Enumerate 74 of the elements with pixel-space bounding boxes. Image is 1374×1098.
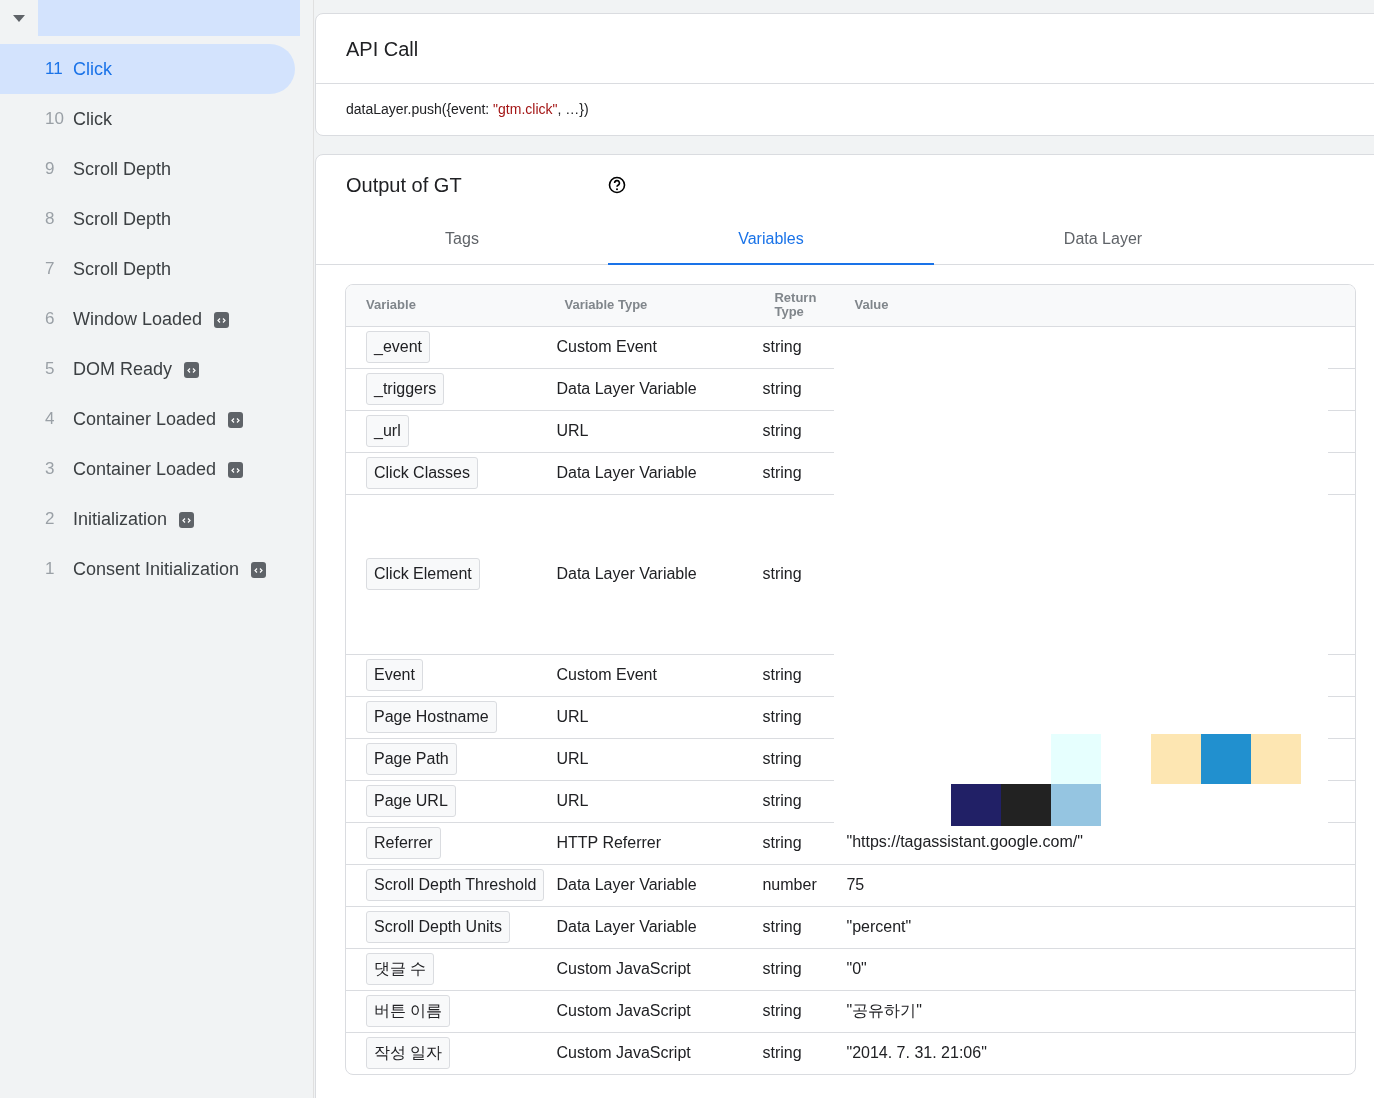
column-header: Variable Type xyxy=(564,297,648,313)
variable-type: Custom Event xyxy=(556,666,657,683)
variable-chip[interactable]: 댓글 수 xyxy=(366,953,435,985)
return-type: string xyxy=(762,666,802,683)
variable-type: URL xyxy=(556,708,589,725)
event-list-item[interactable]: 9 Scroll Depth xyxy=(0,144,295,194)
variable-value: "https://tagassistant.google.com/" xyxy=(846,832,1083,850)
return-type: string xyxy=(762,565,802,582)
code-line: dataLayer.push({event: "gtm.click", …}) xyxy=(346,100,589,119)
return-type: string xyxy=(762,960,802,977)
variable-type: Data Layer Variable xyxy=(556,380,697,397)
variable-type: Custom JavaScript xyxy=(556,1002,691,1019)
return-type: string xyxy=(762,750,802,767)
tab[interactable]: Tags xyxy=(316,215,608,265)
column-header: Return Type xyxy=(774,291,818,320)
variable-type: Custom JavaScript xyxy=(556,960,691,977)
variable-chip[interactable]: _url xyxy=(366,415,409,447)
event-list-item[interactable]: 2 Initialization xyxy=(0,494,295,544)
variable-chip[interactable]: Event xyxy=(366,659,423,691)
tab[interactable]: Data Layer xyxy=(934,215,1272,265)
event-list-item[interactable]: 10 Click xyxy=(0,94,295,144)
return-type: string xyxy=(762,464,802,481)
variable-chip[interactable]: 버튼 이름 xyxy=(366,995,451,1027)
variable-type: HTTP Referrer xyxy=(556,834,662,851)
variable-type: URL xyxy=(556,750,589,767)
variable-chip[interactable]: Page Path xyxy=(366,743,457,775)
return-type: number xyxy=(762,876,817,893)
return-type: string xyxy=(762,1002,802,1019)
return-type: string xyxy=(762,834,802,851)
event-list-item[interactable]: 6 Window Loaded xyxy=(0,294,295,344)
variable-value: "2014. 7. 31. 21:06" xyxy=(846,1044,987,1062)
variable-value: 75 xyxy=(846,876,865,893)
event-list-item[interactable]: 5 DOM Ready xyxy=(0,344,295,394)
help-icon[interactable] xyxy=(608,176,626,194)
variable-chip[interactable]: Click Classes xyxy=(366,457,478,489)
variable-chip[interactable]: _triggers xyxy=(366,373,445,405)
variable-chip[interactable]: Scroll Depth Threshold xyxy=(366,869,545,901)
variable-type: URL xyxy=(556,422,589,439)
tab[interactable]: Variables xyxy=(608,215,934,265)
variable-type: Custom JavaScript xyxy=(556,1044,691,1062)
return-type: string xyxy=(762,792,802,809)
return-type: string xyxy=(762,708,802,725)
variable-value: "percent" xyxy=(846,918,912,935)
variable-chip[interactable]: Referrer xyxy=(366,827,441,859)
variable-value: "공유하기" xyxy=(846,1002,922,1019)
card-title: Output of GT xyxy=(346,173,463,198)
return-type: string xyxy=(762,918,802,935)
variable-type: Custom Event xyxy=(556,338,657,355)
event-list-item[interactable]: 11 Click xyxy=(0,44,295,94)
variable-chip[interactable]: 작성 일자 xyxy=(366,1037,451,1070)
variable-type: Data Layer Variable xyxy=(556,876,697,893)
variable-type: Data Layer Variable xyxy=(556,918,697,935)
dropdown-caret-icon[interactable] xyxy=(13,14,25,22)
column-header: Variable xyxy=(366,297,416,313)
return-type: string xyxy=(762,422,802,439)
variable-chip[interactable]: Click Element xyxy=(366,558,480,590)
event-list-item[interactable]: 4 Container Loaded xyxy=(0,394,295,444)
variable-chip[interactable]: _event xyxy=(366,331,431,363)
variable-chip[interactable]: Page URL xyxy=(366,785,456,817)
variable-chip[interactable]: Scroll Depth Units xyxy=(366,911,511,943)
variable-type: Data Layer Variable xyxy=(556,464,697,481)
return-type: string xyxy=(762,1044,802,1062)
variable-value: "0" xyxy=(846,960,867,977)
event-list-item[interactable]: 7 Scroll Depth xyxy=(0,244,295,294)
column-header: Value xyxy=(854,297,889,313)
event-list-item[interactable]: 3 Container Loaded xyxy=(0,444,295,494)
variable-chip[interactable]: Page Hostname xyxy=(366,701,497,733)
event-list-item[interactable]: 8 Scroll Depth xyxy=(0,194,295,244)
card-title: API Call xyxy=(346,36,419,62)
return-type: string xyxy=(762,338,802,355)
return-type: string xyxy=(762,380,802,397)
variable-type: Data Layer Variable xyxy=(556,565,697,582)
variable-type: URL xyxy=(556,792,589,809)
event-list-item[interactable]: 1 Consent Initialization xyxy=(0,544,295,594)
